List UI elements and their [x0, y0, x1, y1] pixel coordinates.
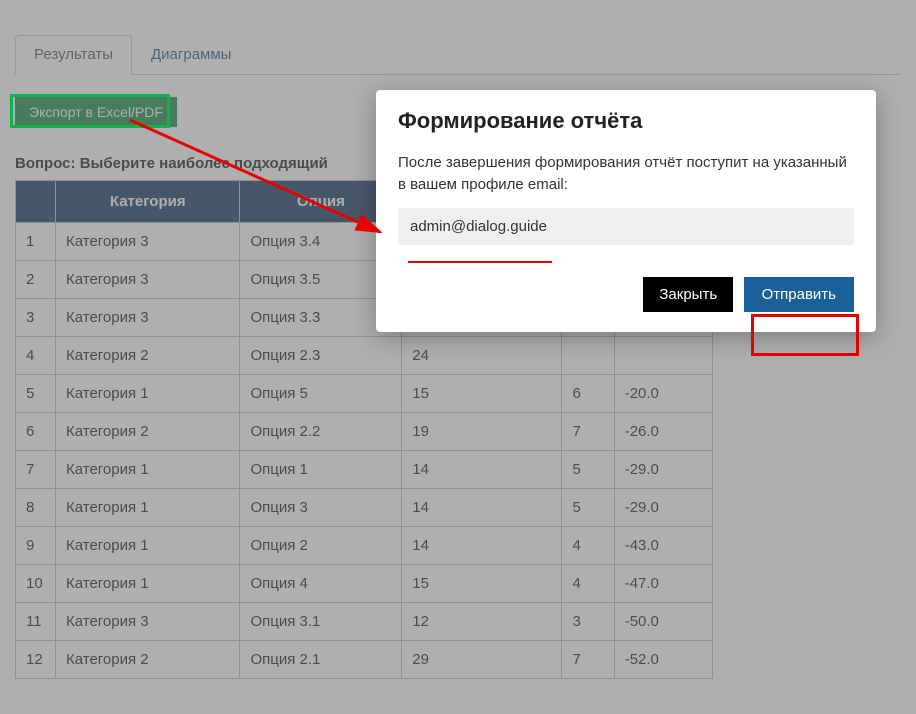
- send-button[interactable]: Отправить: [744, 277, 854, 312]
- email-field[interactable]: [398, 208, 854, 245]
- close-button[interactable]: Закрыть: [643, 277, 733, 312]
- modal-description: После завершения формирования отчёт пост…: [398, 152, 854, 196]
- report-modal: Формирование отчёта После завершения фор…: [376, 90, 876, 332]
- modal-title: Формирование отчёта: [398, 108, 854, 134]
